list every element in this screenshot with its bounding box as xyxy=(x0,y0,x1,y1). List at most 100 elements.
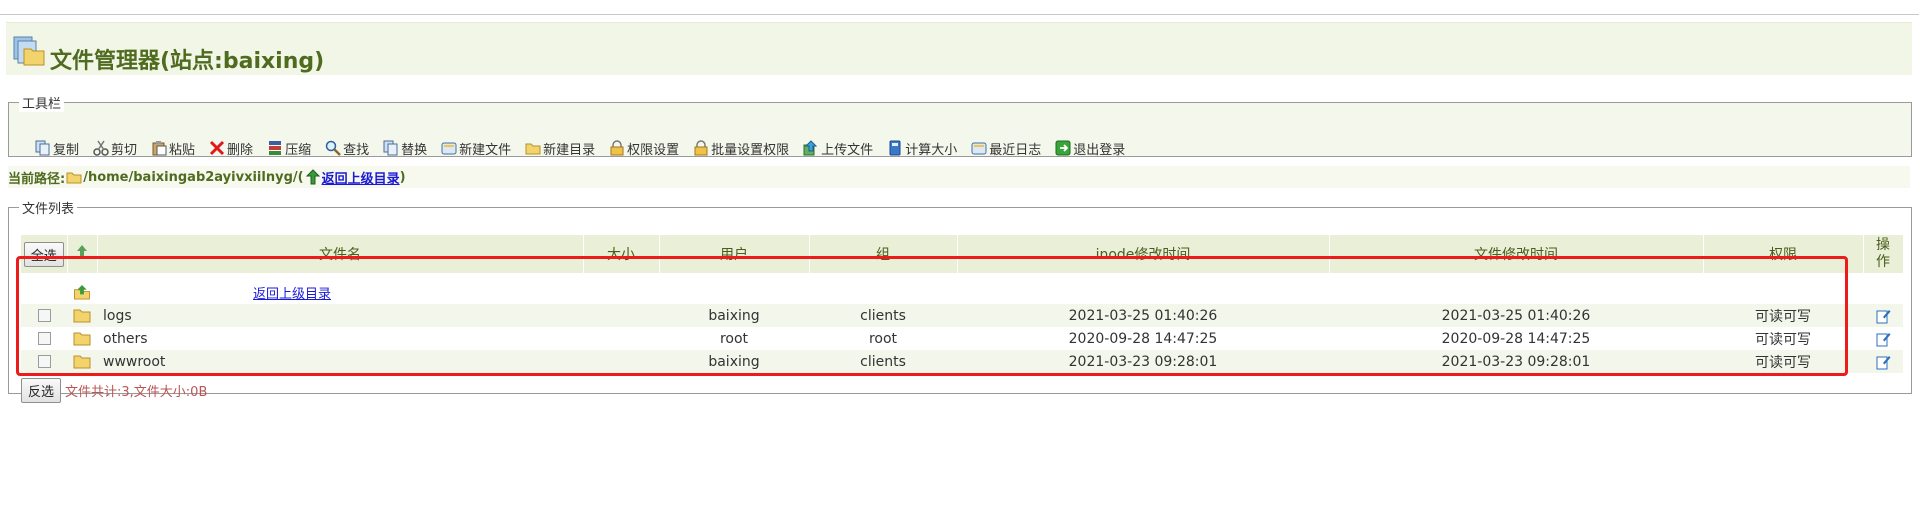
delete-icon xyxy=(209,140,225,156)
table-row[interactable]: wwwroot baixing clients 2021-03-23 09:28… xyxy=(21,350,1903,373)
paste-icon xyxy=(152,141,167,156)
page-title: 文件管理器(站点:baixing) xyxy=(50,49,325,74)
invert-select-button[interactable]: 反选 xyxy=(21,378,62,403)
upload-label: 上传文件 xyxy=(821,142,874,158)
file-permission: 可读可写 xyxy=(1703,304,1863,327)
file-permission: 可读可写 xyxy=(1755,331,1811,348)
lock-icon xyxy=(610,140,624,156)
lock-icon xyxy=(694,140,708,156)
file-group: clients xyxy=(809,350,957,373)
replace-label: 替换 xyxy=(401,142,428,158)
path-close-paren: ) xyxy=(399,169,406,185)
delete-label: 删除 xyxy=(227,142,254,158)
file-name[interactable]: others xyxy=(97,327,583,350)
new-file-icon xyxy=(441,142,457,155)
copy-icon xyxy=(35,140,50,156)
file-user: root xyxy=(719,330,749,347)
path-open-paren: ( xyxy=(297,169,304,185)
row-checkbox[interactable] xyxy=(37,309,51,322)
compress-button[interactable]: 压缩 xyxy=(267,139,311,158)
search-icon xyxy=(325,140,341,156)
cut-icon xyxy=(93,140,109,156)
current-path-value: /home/baixingab2ayivxiilnyg/ xyxy=(83,169,298,185)
header-permission[interactable]: 权限 xyxy=(1703,235,1864,273)
calculator-icon xyxy=(889,140,901,156)
toolbar-fieldset: 工具栏 复制 剪切 粘贴 删除 压缩 查找 替换 新建文件 新建目录 权限设置 … xyxy=(8,93,1912,158)
compress-icon xyxy=(269,141,282,155)
table-row[interactable]: logs baixing clients 2021-03-25 01:40:26… xyxy=(21,304,1903,327)
file-size xyxy=(583,350,659,373)
file-list-legend: 文件列表 xyxy=(19,198,78,217)
new-folder-label: 新建目录 xyxy=(543,142,596,158)
header-inode-time[interactable]: inode修改时间 xyxy=(957,235,1330,273)
file-inode-time: 2021-03-23 09:28:01 xyxy=(957,350,1329,373)
batch-permission-button[interactable]: 批量设置权限 xyxy=(693,139,789,158)
toolbar-legend: 工具栏 xyxy=(19,93,65,112)
permission-label: 权限设置 xyxy=(627,142,680,158)
file-name[interactable]: logs xyxy=(97,304,583,327)
file-group: clients xyxy=(809,304,957,327)
edit-icon[interactable] xyxy=(1875,308,1891,324)
log-icon xyxy=(971,142,987,155)
title-bar: 文件管理器(站点:baixing) xyxy=(6,22,1912,75)
up-dir-row: 返回上级目录 xyxy=(21,281,1903,304)
delete-button[interactable]: 删除 xyxy=(209,139,253,158)
file-inode-time: 2021-03-25 01:40:26 xyxy=(957,304,1329,327)
folder-icon xyxy=(73,309,91,323)
replace-button[interactable]: 替换 xyxy=(383,139,427,158)
calc-size-label: 计算大小 xyxy=(905,142,958,158)
file-mod-time: 2020-09-28 14:47:25 xyxy=(1441,330,1591,347)
file-group: root xyxy=(868,330,898,347)
file-list-footer: 反选 文件共计:3,文件大小:0B xyxy=(21,378,207,403)
table-header-row: 全选 文件名 大小 用户 组 inode修改时间 文件修改时间 权限 操作 xyxy=(21,235,1904,273)
search-label: 查找 xyxy=(343,142,370,158)
file-permission: 可读可写 xyxy=(1703,350,1863,373)
new-file-button[interactable]: 新建文件 xyxy=(441,139,511,158)
logout-label: 退出登录 xyxy=(1073,142,1126,158)
upload-button[interactable]: 上传文件 xyxy=(803,139,873,158)
select-all-button[interactable]: 全选 xyxy=(23,241,64,267)
header-action-label: 操作 xyxy=(1876,237,1890,270)
cut-button[interactable]: 剪切 xyxy=(93,139,137,158)
file-user: baixing xyxy=(659,350,809,373)
row-checkbox[interactable] xyxy=(37,332,51,345)
select-all-cell: 全选 xyxy=(21,235,68,273)
file-summary: 文件共计:3,文件大小:0B xyxy=(65,385,208,400)
file-mod-time: 2021-03-23 09:28:01 xyxy=(1329,350,1703,373)
header-filename[interactable]: 文件名 xyxy=(97,235,584,273)
edit-icon[interactable] xyxy=(1875,331,1891,347)
header-action: 操作 xyxy=(1863,235,1904,273)
folder-icon xyxy=(66,172,82,184)
row-checkbox[interactable] xyxy=(37,355,51,368)
new-folder-button[interactable]: 新建目录 xyxy=(525,139,595,158)
file-inode-time: 2020-09-28 14:47:25 xyxy=(1068,330,1218,347)
upload-icon xyxy=(803,140,818,156)
search-button[interactable]: 查找 xyxy=(325,139,369,158)
copy-button[interactable]: 复制 xyxy=(35,139,79,158)
logout-button[interactable]: 退出登录 xyxy=(1055,139,1125,158)
go-up-link[interactable]: 返回上级目录 xyxy=(322,168,400,187)
header-user[interactable]: 用户 xyxy=(659,235,810,273)
calc-size-button[interactable]: 计算大小 xyxy=(887,139,957,158)
file-manager-icon xyxy=(13,36,45,66)
table-row[interactable]: others root root 2020-09-28 14:47:25 202… xyxy=(21,327,1903,350)
permission-button[interactable]: 权限设置 xyxy=(609,139,679,158)
header-group[interactable]: 组 xyxy=(809,235,958,273)
file-name[interactable]: wwwroot xyxy=(97,350,583,373)
recent-log-button[interactable]: 最近日志 xyxy=(971,139,1041,158)
file-table: 全选 文件名 大小 用户 组 inode修改时间 文件修改时间 权限 操作 返回… xyxy=(21,235,1904,373)
replace-icon xyxy=(383,140,398,156)
file-list-fieldset: 文件列表 全选 文件名 大小 用户 组 inode修改时间 文件修改时间 权限 xyxy=(8,198,1912,403)
header-file-time[interactable]: 文件修改时间 xyxy=(1329,235,1704,273)
folder-icon xyxy=(73,332,91,346)
sort-arrow-icon[interactable] xyxy=(76,244,88,260)
cut-label: 剪切 xyxy=(111,142,138,158)
new-folder-icon xyxy=(525,143,541,155)
paste-label: 粘贴 xyxy=(169,142,196,158)
sort-cell xyxy=(67,235,98,273)
up-arrow-icon xyxy=(305,169,320,185)
edit-icon[interactable] xyxy=(1875,354,1891,370)
header-size[interactable]: 大小 xyxy=(583,235,660,273)
paste-button[interactable]: 粘贴 xyxy=(151,139,195,158)
up-dir-link[interactable]: 返回上级目录 xyxy=(253,287,331,302)
